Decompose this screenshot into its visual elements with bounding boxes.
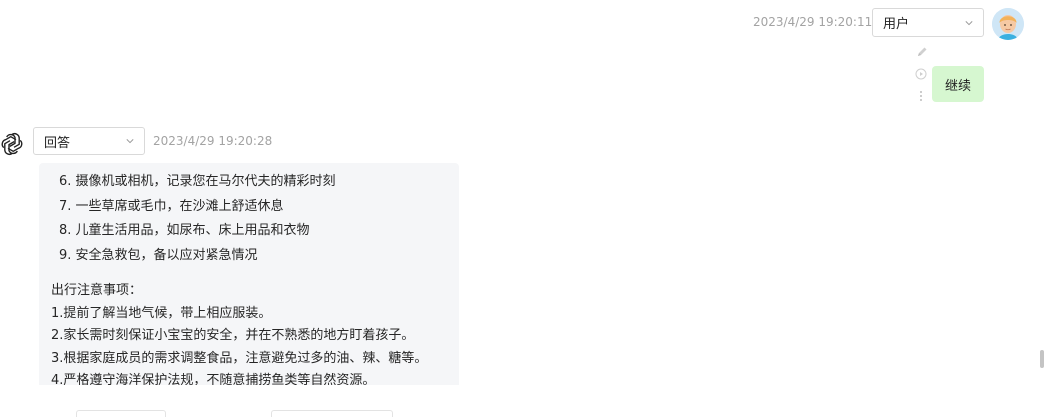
more-vertical-icon[interactable] — [915, 90, 927, 102]
play-circle-icon[interactable] — [915, 68, 927, 80]
packing-list: 6. 摄像机或相机，记录您在马尔代夫的精彩时刻 7. 一些草席或毛巾，在沙滩上舒… — [45, 170, 459, 268]
list-item: 7. 一些草席或毛巾，在沙滩上舒适休息 — [59, 198, 284, 214]
user-role-select-value: 用户 — [883, 17, 910, 32]
list-item: 6. 摄像机或相机，记录您在马尔代夫的精彩时刻 — [59, 174, 336, 189]
pencil-icon[interactable] — [916, 46, 928, 58]
chevron-down-icon — [965, 20, 973, 25]
list-item: 9. 安全急救包，备以应对紧急情况 — [59, 247, 258, 263]
user-avatar-icon — [992, 8, 1024, 40]
user-message-bubble: 继续 — [932, 66, 984, 102]
bottom-action-button[interactable] — [271, 410, 393, 417]
scrollbar-thumb[interactable] — [1040, 350, 1044, 368]
user-role-select[interactable]: 用户 — [872, 8, 984, 37]
list-item: 8. 儿童生活用品，如尿布、床上用品和衣物 — [59, 223, 310, 238]
assistant-message-timestamp: 2023/4/29 19:20:28 — [153, 134, 273, 148]
assistant-message-content: 6. 摄像机或相机，记录您在马尔代夫的精彩时刻 7. 一些草席或毛巾，在沙滩上舒… — [39, 163, 459, 385]
travel-note: 2.家长需时刻保证小宝宝的安全，并在不熟悉的地方盯着孩子。 — [51, 328, 415, 343]
travel-notes-title: 出行注意事项： — [51, 283, 143, 298]
assistant-role-select-value: 回答 — [44, 135, 71, 151]
assistant-role-select[interactable]: 回答 — [33, 127, 145, 155]
chevron-down-icon — [126, 139, 134, 144]
user-message-text: 继续 — [944, 78, 971, 94]
user-message-timestamp: 2023/4/29 19:20:11 — [753, 15, 873, 29]
bottom-action-button[interactable] — [76, 410, 166, 417]
travel-notes: 出行注意事项： 1.提前了解当地气候，带上相应服装。 2.家长需时刻保证小宝宝的… — [45, 280, 459, 385]
chatgpt-logo-icon — [1, 133, 23, 155]
travel-note: 1.提前了解当地气候，带上相应服装。 — [51, 305, 272, 321]
travel-note: 4.严格遵守海洋保护法规，不随意捕捞鱼类等自然资源。 — [51, 373, 376, 385]
travel-note: 3.根据家庭成员的需求调整食品，注意避免过多的油、辣、糖等。 — [51, 350, 428, 366]
user-avatar — [992, 8, 1024, 40]
